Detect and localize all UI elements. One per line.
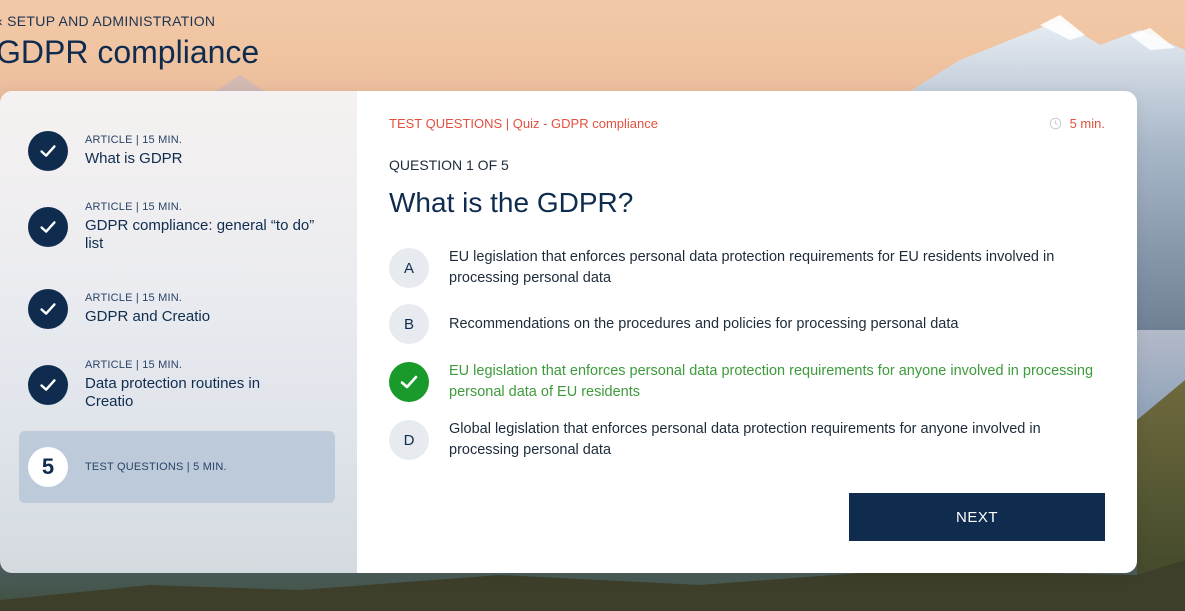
option-text: EU legislation that enforces personal da…: [449, 249, 1055, 286]
quiz-duration: 5 min.: [1049, 116, 1105, 131]
completed-check-icon: [28, 131, 68, 171]
lesson-name: GDPR compliance: general “to do” list: [85, 217, 315, 252]
course-card: ARTICLE | 15 MIN. What is GDPR ARTICLE |…: [0, 91, 1137, 573]
completed-check-icon: [28, 289, 68, 329]
lesson-item-gdpr-and-creatio[interactable]: ARTICLE | 15 MIN. GDPR and Creatio: [19, 289, 335, 329]
option-letter-badge: D: [389, 420, 429, 460]
lesson-item-gdpr-todo-list[interactable]: ARTICLE | 15 MIN. GDPR compliance: gener…: [19, 201, 335, 253]
lesson-name: Data protection routines in Creatio: [85, 375, 261, 410]
question-text: What is the GDPR?: [389, 187, 634, 218]
clock-icon: [1049, 117, 1061, 130]
lesson-meta: ARTICLE | 15 MIN.: [85, 359, 183, 371]
selected-check-icon: [389, 362, 429, 402]
question-counter: QUESTION 1 OF 5: [389, 157, 509, 173]
lesson-number: 5: [41, 454, 55, 479]
option-letter-badge: B: [389, 304, 429, 344]
lesson-name: GDPR and Creatio: [85, 308, 211, 325]
duration-text: 5 min.: [1069, 116, 1105, 131]
completed-check-icon: [28, 365, 68, 405]
lesson-sidebar: ARTICLE | 15 MIN. What is GDPR ARTICLE |…: [0, 91, 357, 573]
option-text: Global legislation that enforces persona…: [449, 421, 1041, 458]
answer-option-d[interactable]: D Global legislation that enforces perso…: [389, 419, 1105, 461]
lesson-item-test-questions[interactable]: 5 TEST QUESTIONS | 5 MIN.: [19, 431, 335, 503]
quiz-label: TEST QUESTIONS | Quiz - GDPR compliance: [389, 116, 658, 131]
answer-option-b[interactable]: B Recommendations on the procedures and …: [389, 304, 1105, 344]
page-title: GDPR compliance: [0, 34, 260, 70]
answer-option-a[interactable]: A EU legislation that enforces personal …: [389, 247, 1105, 289]
lesson-item-data-protection-routines[interactable]: ARTICLE | 15 MIN. Data protection routin…: [19, 359, 335, 411]
breadcrumb[interactable]: ‹ SETUP AND ADMINISTRATION: [0, 13, 215, 29]
quiz-panel: TEST QUESTIONS | Quiz - GDPR compliance …: [357, 91, 1137, 573]
lesson-meta: ARTICLE | 15 MIN.: [85, 134, 183, 146]
answer-option-c[interactable]: EU legislation that enforces personal da…: [389, 361, 1105, 403]
option-text: EU legislation that enforces personal da…: [449, 363, 1094, 400]
lesson-number-badge: 5: [28, 447, 68, 487]
lesson-meta: ARTICLE | 15 MIN.: [85, 292, 183, 304]
option-text: Recommendations on the procedures and po…: [449, 315, 959, 332]
lesson-item-what-is-gdpr[interactable]: ARTICLE | 15 MIN. What is GDPR: [19, 131, 335, 171]
lesson-name: What is GDPR: [85, 150, 183, 167]
lesson-meta: TEST QUESTIONS | 5 MIN.: [85, 461, 227, 473]
lesson-meta: ARTICLE | 15 MIN.: [85, 201, 183, 213]
next-button[interactable]: NEXT: [849, 493, 1105, 541]
option-letter-badge: A: [389, 248, 429, 288]
completed-check-icon: [28, 207, 68, 247]
